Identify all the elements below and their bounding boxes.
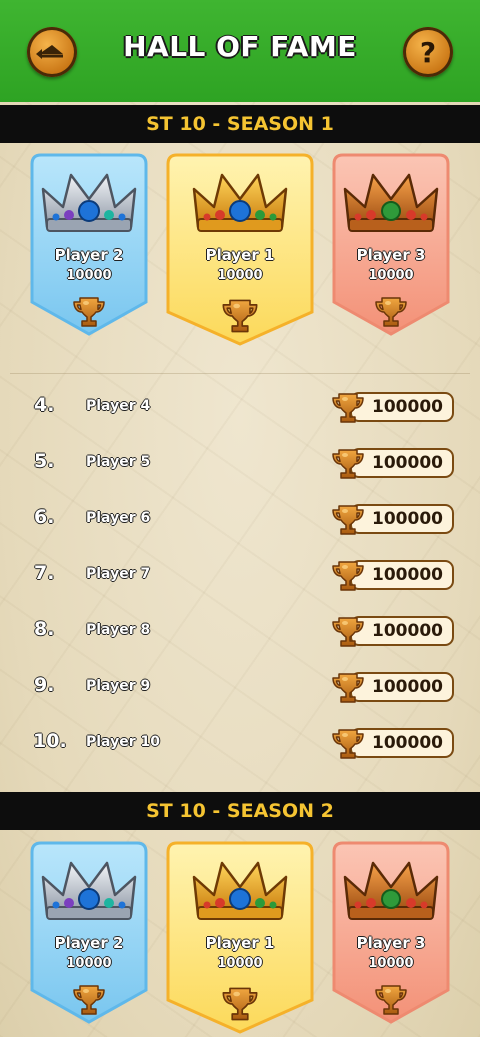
trophy-icon bbox=[373, 294, 409, 330]
leaderboard-row[interactable]: 9. Player 9 100000 bbox=[0, 668, 480, 708]
trophy-icon bbox=[330, 726, 366, 762]
silver-crown-icon bbox=[39, 855, 139, 925]
rank-number: 10. bbox=[33, 730, 67, 752]
player-name: Player 7 bbox=[86, 566, 151, 582]
trophy-icon bbox=[330, 670, 366, 706]
gold-crown-icon bbox=[190, 855, 290, 925]
player-score: 10000 bbox=[66, 956, 112, 971]
header-bar: HALL OF FAME ? bbox=[0, 0, 480, 102]
leaderboard-row[interactable]: 10. Player 10 100000 bbox=[0, 724, 480, 764]
bronze-crown-icon bbox=[341, 855, 441, 925]
rank-number: 6. bbox=[34, 506, 55, 528]
podium-banner-second[interactable]: Player 2 10000 bbox=[28, 840, 150, 1024]
season-header: ST 10 - SEASON 1 bbox=[0, 105, 480, 143]
leaderboard-row[interactable]: 5. Player 5 100000 bbox=[0, 444, 480, 484]
trophy-icon bbox=[330, 558, 366, 594]
rank-number: 9. bbox=[34, 674, 55, 696]
leaderboard-row[interactable]: 7. Player 7 100000 bbox=[0, 556, 480, 596]
divider bbox=[10, 373, 470, 374]
player-name: Player 8 bbox=[86, 622, 151, 638]
gold-crown-icon bbox=[190, 167, 290, 237]
rank-number: 5. bbox=[34, 450, 55, 472]
trophy-icon bbox=[330, 614, 366, 650]
podium-banner-first[interactable]: Player 1 10000 bbox=[164, 840, 316, 1034]
player-name: Player 3 bbox=[356, 934, 426, 952]
season-header: ST 10 - SEASON 2 bbox=[0, 792, 480, 830]
player-name: Player 2 bbox=[54, 934, 124, 952]
help-button[interactable]: ? bbox=[403, 27, 453, 77]
silver-crown-icon bbox=[39, 167, 139, 237]
podium-banner-third[interactable]: Player 3 10000 bbox=[330, 152, 452, 336]
player-name: Player 6 bbox=[86, 510, 151, 526]
player-score: 10000 bbox=[368, 268, 414, 283]
leaderboard-row[interactable]: 4. Player 4 100000 bbox=[0, 388, 480, 428]
player-name: Player 5 bbox=[86, 454, 151, 470]
podium-banner-first[interactable]: Player 1 10000 bbox=[164, 152, 316, 346]
svg-text:?: ? bbox=[420, 36, 436, 69]
trophy-icon bbox=[71, 294, 107, 330]
podium-banner-second[interactable]: Player 2 10000 bbox=[28, 152, 150, 336]
trophy-icon bbox=[220, 296, 260, 336]
player-name: Player 9 bbox=[86, 678, 151, 694]
trophy-icon bbox=[330, 502, 366, 538]
player-name: Player 10 bbox=[86, 734, 160, 750]
player-score: 10000 bbox=[368, 956, 414, 971]
rank-number: 7. bbox=[34, 562, 55, 584]
player-score: 10000 bbox=[217, 956, 263, 971]
trophy-icon bbox=[330, 390, 366, 426]
podium-banner-third[interactable]: Player 3 10000 bbox=[330, 840, 452, 1024]
player-name: Player 1 bbox=[205, 246, 275, 264]
rank-number: 8. bbox=[34, 618, 55, 640]
trophy-icon bbox=[330, 446, 366, 482]
trophy-icon bbox=[373, 982, 409, 1018]
player-score: 10000 bbox=[217, 268, 263, 283]
bronze-crown-icon bbox=[341, 167, 441, 237]
leaderboard-row[interactable]: 6. Player 6 100000 bbox=[0, 500, 480, 540]
rank-number: 4. bbox=[34, 394, 55, 416]
question-mark-icon: ? bbox=[420, 36, 436, 69]
player-score: 10000 bbox=[66, 268, 112, 283]
leaderboard-row[interactable]: 8. Player 8 100000 bbox=[0, 612, 480, 652]
trophy-icon bbox=[220, 984, 260, 1024]
player-name: Player 2 bbox=[54, 246, 124, 264]
trophy-icon bbox=[71, 982, 107, 1018]
player-name: Player 1 bbox=[205, 934, 275, 952]
player-name: Player 4 bbox=[86, 398, 151, 414]
player-name: Player 3 bbox=[356, 246, 426, 264]
